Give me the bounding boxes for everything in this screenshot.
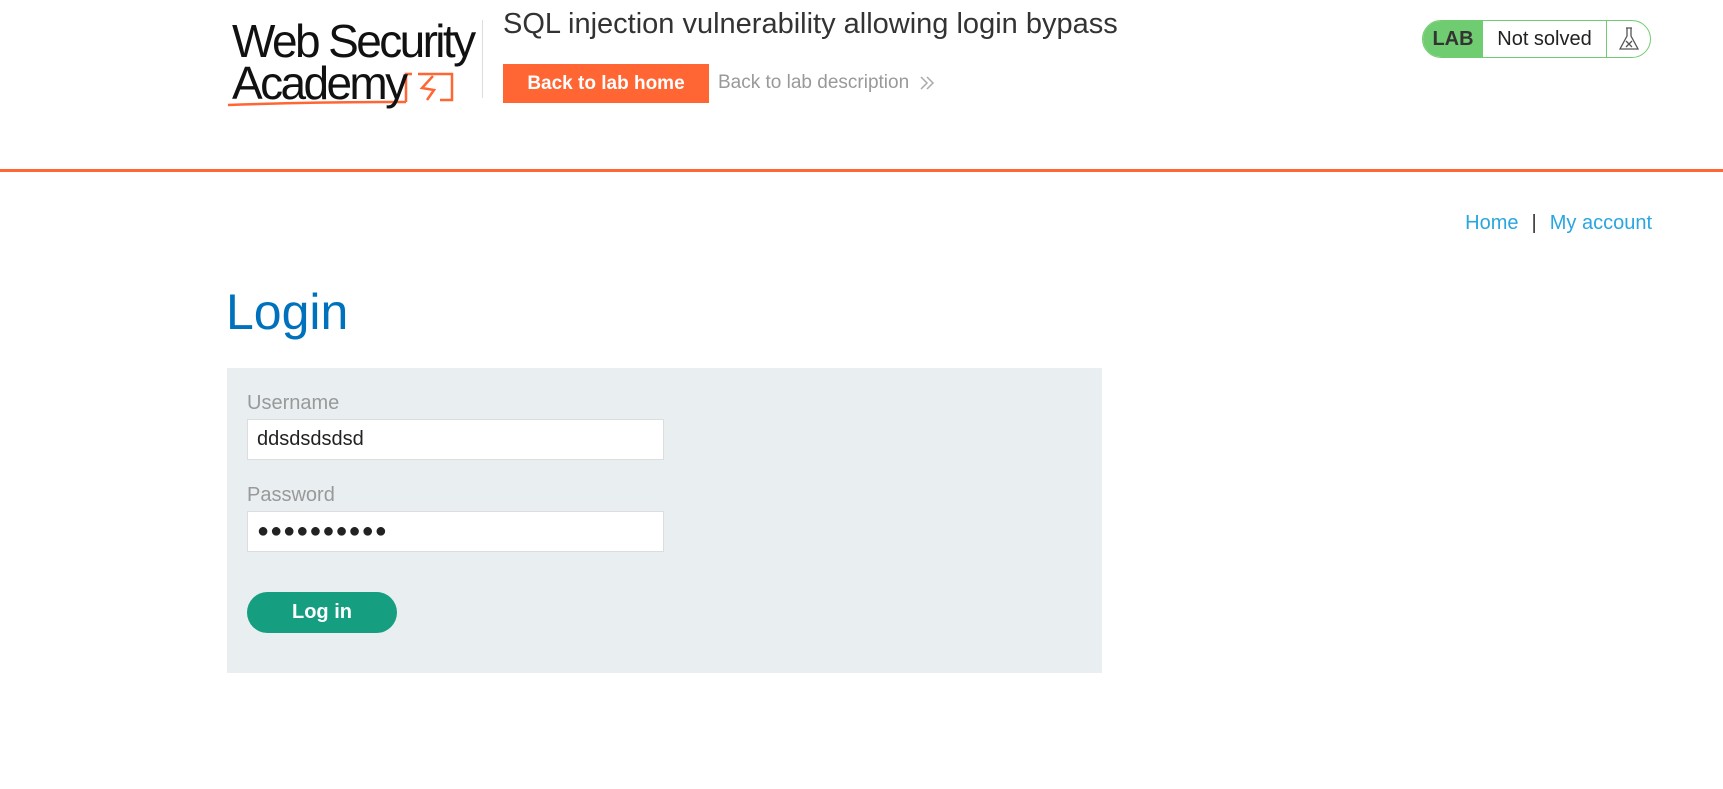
page: Web Security Academy SQL injection vulne… bbox=[0, 0, 1723, 789]
login-form: Username Password Log in bbox=[227, 368, 1102, 673]
username-input[interactable] bbox=[247, 419, 664, 460]
password-input[interactable] bbox=[247, 511, 664, 552]
header-orange-rule bbox=[0, 169, 1723, 172]
header-divider bbox=[482, 20, 483, 98]
back-to-lab-description-link[interactable]: Back to lab description bbox=[718, 72, 935, 94]
back-to-lab-home-button[interactable]: Back to lab home bbox=[503, 64, 709, 103]
top-navigation: Home | My account bbox=[1465, 212, 1652, 235]
my-account-link[interactable]: My account bbox=[1550, 212, 1652, 235]
lab-badge: LAB bbox=[1423, 21, 1483, 57]
double-chevron-right-icon bbox=[919, 75, 935, 91]
lab-title: SQL injection vulnerability allowing log… bbox=[503, 8, 1118, 40]
home-link[interactable]: Home bbox=[1465, 212, 1518, 235]
back-to-lab-description-label: Back to lab description bbox=[718, 72, 910, 93]
web-security-academy-logo[interactable]: Web Security Academy bbox=[226, 16, 480, 110]
flask-icon bbox=[1607, 21, 1650, 57]
lab-status-widget: LAB Not solved bbox=[1422, 20, 1651, 58]
log-in-button[interactable]: Log in bbox=[247, 592, 397, 633]
logo-text-line2: Academy bbox=[232, 57, 408, 109]
username-label: Username bbox=[247, 392, 340, 414]
lab-header: Web Security Academy SQL injection vulne… bbox=[0, 0, 1723, 172]
nav-separator: | bbox=[1531, 212, 1537, 234]
lab-status-text: Not solved bbox=[1483, 21, 1607, 57]
login-heading: Login bbox=[226, 284, 349, 340]
password-label: Password bbox=[247, 484, 335, 506]
